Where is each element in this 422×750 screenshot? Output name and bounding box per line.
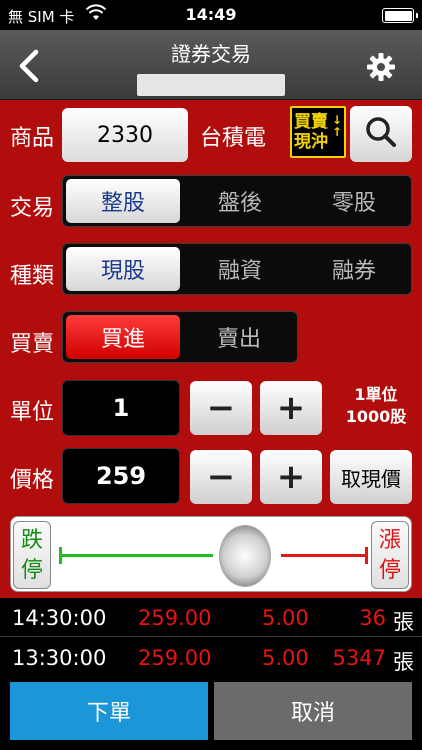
quote-change: 5.00 [262,606,309,630]
battery-icon [382,8,418,23]
price-slider: 跌 停 漲 停 [10,516,412,592]
unit-note: 1單位 1000股 [336,384,416,428]
page-title: 證券交易 [171,42,251,66]
unit-decrease-button[interactable]: − [190,381,252,435]
stock-code-input[interactable]: 2330 [62,108,188,162]
price-increase-button[interactable]: + [260,450,322,504]
navigation-bar: 證券交易 [0,30,422,100]
category-segmented-control: 現股 融資 融券 [62,243,412,295]
trade-segmented-control: 整股 盤後 零股 [62,175,412,227]
limit-down-button[interactable]: 跌 停 [13,521,51,589]
swap-arrows-icon: ↓ ↑ [331,113,342,139]
quote-volume: 36 [359,606,386,630]
quote-change: 5.00 [262,646,309,670]
order-form: 商品 2330 台積電 買賣 現沖 ↓ ↑ 交易 整股 盤後 零股 種類 現股 融… [0,100,422,598]
category-option-cash[interactable]: 現股 [66,247,180,291]
trade-option-odd-lot[interactable]: 零股 [298,179,410,223]
product-label: 商品 [10,126,55,151]
category-option-short[interactable]: 融券 [298,247,410,291]
quote-price: 259.00 [138,606,212,630]
trade-label: 交易 [10,196,55,221]
quote-time: 14:30:00 [12,606,107,630]
quote-time: 13:30:00 [12,646,107,670]
quote-volume: 5347 [332,646,386,670]
side-option-sell[interactable]: 賣出 [183,315,295,359]
limit-down-line2: 停 [20,558,43,583]
limit-up-button[interactable]: 漲 停 [371,521,409,589]
quote-unit: 張 [393,610,414,634]
action-bar: 下單 取消 [0,680,422,750]
limit-up-line2: 停 [378,558,401,583]
unit-increase-button[interactable]: + [260,381,322,435]
slider-track-down [61,554,213,557]
gear-icon[interactable] [366,52,396,82]
market-price-button[interactable]: 取現價 [330,450,412,504]
slider-track-up [281,554,367,557]
limit-up-line1: 漲 [378,528,401,553]
side-segmented-control: 買進 賣出 [62,311,298,363]
cancel-button[interactable]: 取消 [214,682,412,740]
quote-price: 259.00 [138,646,212,670]
price-input[interactable]: 259 [62,448,180,504]
account-selector[interactable] [137,74,285,96]
price-label: 價格 [10,468,55,493]
slider-knob[interactable] [218,525,271,587]
submit-order-button[interactable]: 下單 [10,682,208,740]
status-bar: 無 SIM 卡 14:49 [0,0,422,30]
unit-label: 單位 [10,400,55,425]
price-decrease-button[interactable]: − [190,450,252,504]
quote-list: 14:30:00 259.00 5.00 36 張 13:30:00 259.0… [0,598,422,678]
side-option-buy[interactable]: 買進 [66,315,180,359]
category-option-margin[interactable]: 融資 [183,247,297,291]
slider-max-tick [365,547,368,564]
clock: 14:49 [185,5,237,24]
search-button[interactable] [350,106,412,162]
trade-option-after-hours[interactable]: 盤後 [183,179,297,223]
search-icon [364,115,398,153]
day-trade-toggle-button[interactable]: 買賣 現沖 ↓ ↑ [290,106,346,158]
trade-option-board-lot[interactable]: 整股 [66,179,180,223]
category-label: 種類 [10,264,55,289]
row-divider [0,636,422,637]
side-label: 買賣 [10,332,55,357]
unit-input[interactable]: 1 [62,380,180,436]
stock-name: 台積電 [200,126,267,151]
unit-note-line1: 1單位 [354,385,398,404]
limit-down-line1: 跌 [20,528,43,553]
table-row[interactable]: 13:30:00 259.00 5.00 5347 張 [0,640,422,676]
unit-note-line2: 1000股 [345,407,407,426]
table-row[interactable]: 14:30:00 259.00 5.00 36 張 [0,600,422,636]
quote-unit: 張 [393,650,414,674]
